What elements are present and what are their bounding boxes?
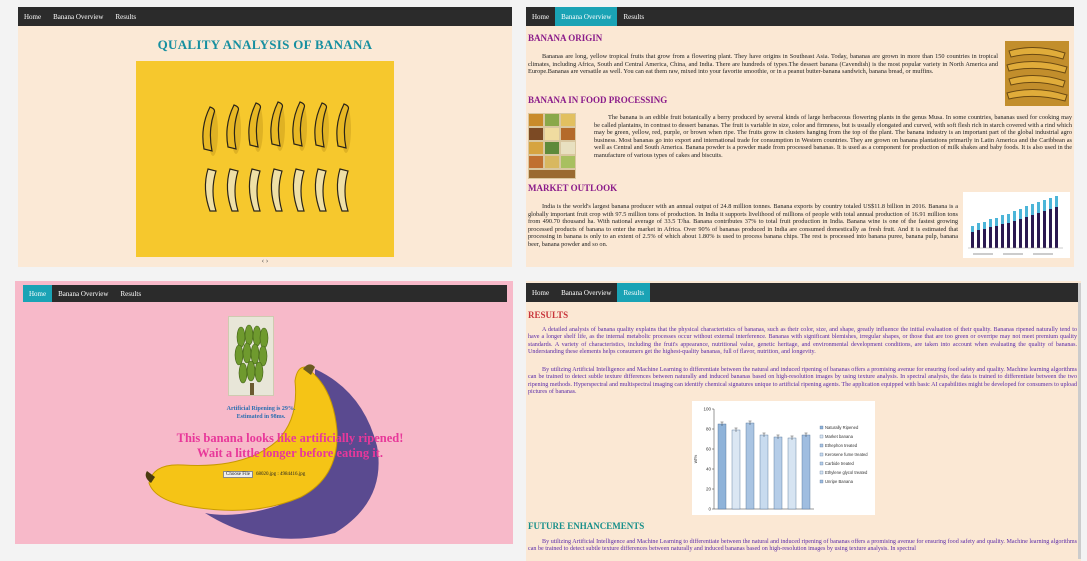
chart-svg: 0 20 40 60 80 100 wt% Naturally Ripened Market b… (693, 407, 868, 512)
y-tick-label: 40 (706, 467, 712, 472)
nav-results[interactable]: Results (617, 7, 650, 26)
section-title-origin: BANANA ORIGIN (528, 33, 603, 43)
legend-label: Ethephon treated (825, 443, 858, 448)
section-title-market: MARKET OUTLOOK (528, 183, 618, 193)
nav-results[interactable]: Results (109, 7, 142, 26)
results-bar-chart: 0 20 40 60 80 100 wt% Naturally Ripened Market b… (692, 401, 875, 515)
bar (759, 434, 769, 510)
processing-text: The banana is an edible fruit botanicall… (594, 114, 1072, 159)
result-message-line2: Wait a little longer before eating it. (197, 446, 383, 460)
origin-text: Bananas are long, yellow tropical fruits… (528, 53, 998, 76)
bar (731, 429, 741, 510)
banana-bunch-image (1005, 41, 1069, 106)
legend-swatch (819, 434, 824, 439)
results-paragraph-2: By utilizing Artificial Intelligence and… (528, 367, 1077, 396)
ripening-percentage: Artificial Ripening is 29%. (226, 406, 296, 412)
legend-label: Carbide treated (825, 461, 855, 466)
legend-swatch (819, 470, 824, 475)
nav-results[interactable]: Results (617, 283, 651, 302)
nav-bar: Home Banana Overview Results (526, 7, 1074, 26)
y-tick-label: 60 (706, 447, 712, 452)
carousel-arrows[interactable]: ‹ › (18, 257, 512, 265)
nav-banana-overview[interactable]: Banana Overview (555, 283, 617, 302)
results-title: RESULTS (528, 310, 569, 320)
nav-home[interactable]: Home (18, 7, 47, 26)
nav-home[interactable]: Home (526, 7, 555, 26)
legend-label: Kerosene fume treated (825, 452, 868, 457)
uploaded-banana-image (228, 316, 274, 396)
hero-banana-image (136, 61, 394, 257)
bar (717, 423, 727, 510)
y-tick-label: 0 (708, 507, 711, 512)
legend-label: Naturally Ripened (825, 425, 859, 430)
overview-panel: Home Banana Overview Results BANANA ORIG… (526, 7, 1074, 267)
bar (745, 422, 755, 510)
ripening-status: Artificial Ripening is 29%. Estimated in… (201, 405, 321, 421)
section-title-processing: BANANA IN FOOD PROCESSING (528, 95, 668, 105)
legend-label: Unripe Banana (825, 479, 854, 484)
market-text: India is the world's largest banana prod… (528, 203, 958, 248)
bar (787, 437, 797, 510)
nav-banana-overview[interactable]: Banana Overview (47, 7, 109, 26)
future-paragraph-1: By utilizing Artificial Intelligence and… (528, 539, 1077, 553)
nav-home[interactable]: Home (526, 283, 555, 302)
future-title: FUTURE ENHANCEMENTS (528, 521, 645, 531)
file-upload: Choose File 68020.jpg : 4984416.jpg (223, 471, 305, 478)
choose-file-button[interactable]: Choose File (223, 471, 254, 478)
bar (801, 434, 811, 510)
bar (773, 436, 783, 510)
result-message: This banana looks like artificially ripe… (135, 431, 445, 461)
result-message-line1: This banana looks like artificially ripe… (176, 431, 404, 445)
y-tick-label: 100 (703, 407, 711, 412)
y-tick-label: 80 (706, 427, 712, 432)
home-panel: Home Banana Overview Results QUALITY ANA… (18, 7, 512, 267)
results-paragraph-1: A detailed analysis of banana quality ex… (528, 327, 1077, 356)
estimation-time: Estimated in 98ms. (236, 414, 286, 420)
legend-swatch (819, 443, 824, 448)
page-title: QUALITY ANALYSIS OF BANANA (157, 37, 373, 52)
results-panel: Home Banana Overview Results RESULTS A d… (526, 281, 1081, 561)
file-name: 68020.jpg : 4984416.jpg (256, 472, 306, 477)
nav-bar: Home Banana Overview Results (18, 7, 512, 26)
y-tick-label: 20 (706, 487, 712, 492)
y-axis-label: wt% (693, 455, 698, 464)
legend-swatch (819, 425, 824, 430)
legend-swatch (819, 461, 824, 466)
legend-swatch (819, 479, 824, 484)
detection-panel: Home Banana Overview Results Artificial … (15, 281, 513, 544)
food-processing-image (528, 113, 576, 179)
legend-label: Market banana (825, 434, 854, 439)
scrollbar[interactable] (1078, 283, 1081, 559)
legend-swatch (819, 452, 824, 457)
market-chart-image (963, 192, 1070, 258)
nav-banana-overview[interactable]: Banana Overview (555, 7, 618, 26)
nav-bar: Home Banana Overview Results (526, 283, 1081, 302)
legend-label: Ethylene glycol treated (825, 470, 868, 475)
